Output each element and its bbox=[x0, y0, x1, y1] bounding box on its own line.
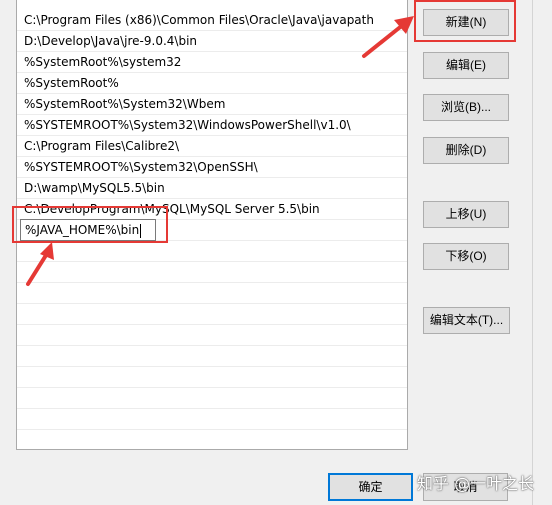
empty-row[interactable] bbox=[17, 388, 407, 409]
path-edit-input[interactable]: %JAVA_HOME%\bin bbox=[20, 219, 156, 241]
ok-button[interactable]: 确定 bbox=[328, 473, 413, 501]
empty-row[interactable] bbox=[17, 325, 407, 346]
path-edit-value: %JAVA_HOME%\bin bbox=[25, 223, 140, 237]
text-caret bbox=[140, 223, 142, 238]
path-entry[interactable]: %SYSTEMROOT%\System32\WindowsPowerShell\… bbox=[17, 115, 407, 136]
delete-button[interactable]: 删除(D) bbox=[423, 137, 509, 164]
empty-row[interactable] bbox=[17, 283, 407, 304]
watermark: 知乎 @一叶之长 bbox=[417, 474, 535, 493]
path-entry[interactable]: C:\Program Files\Calibre2\ bbox=[17, 136, 407, 157]
new-button[interactable]: 新建(N) bbox=[423, 9, 509, 36]
path-entry[interactable]: %SystemRoot%\system32 bbox=[17, 52, 407, 73]
path-entry[interactable]: %SYSTEMROOT%\System32\OpenSSH\ bbox=[17, 157, 407, 178]
path-entry[interactable]: %SystemRoot%\System32\Wbem bbox=[17, 94, 407, 115]
empty-row[interactable] bbox=[17, 304, 407, 325]
move-down-button[interactable]: 下移(O) bbox=[423, 243, 509, 270]
empty-row[interactable] bbox=[17, 262, 407, 283]
empty-row[interactable] bbox=[17, 430, 407, 451]
empty-row[interactable] bbox=[17, 346, 407, 367]
path-entry[interactable]: %SystemRoot% bbox=[17, 73, 407, 94]
edit-text-button[interactable]: 编辑文本(T)... bbox=[423, 307, 510, 334]
empty-row[interactable] bbox=[17, 241, 407, 262]
empty-row[interactable] bbox=[17, 409, 407, 430]
empty-row[interactable] bbox=[17, 367, 407, 388]
move-up-button[interactable]: 上移(U) bbox=[423, 201, 509, 228]
path-entry[interactable]: D:\wamp\MySQL5.5\bin bbox=[17, 178, 407, 199]
dialog-edge bbox=[532, 0, 552, 505]
path-entry[interactable]: C:\Program Files (x86)\Common Files\Orac… bbox=[17, 10, 407, 31]
edit-button[interactable]: 编辑(E) bbox=[423, 52, 509, 79]
path-entry[interactable]: D:\Develop\Java\jre-9.0.4\bin bbox=[17, 31, 407, 52]
browse-button[interactable]: 浏览(B)... bbox=[423, 94, 509, 121]
path-entry[interactable]: C:\DevelopProgram\MySQL\MySQL Server 5.5… bbox=[17, 199, 407, 220]
